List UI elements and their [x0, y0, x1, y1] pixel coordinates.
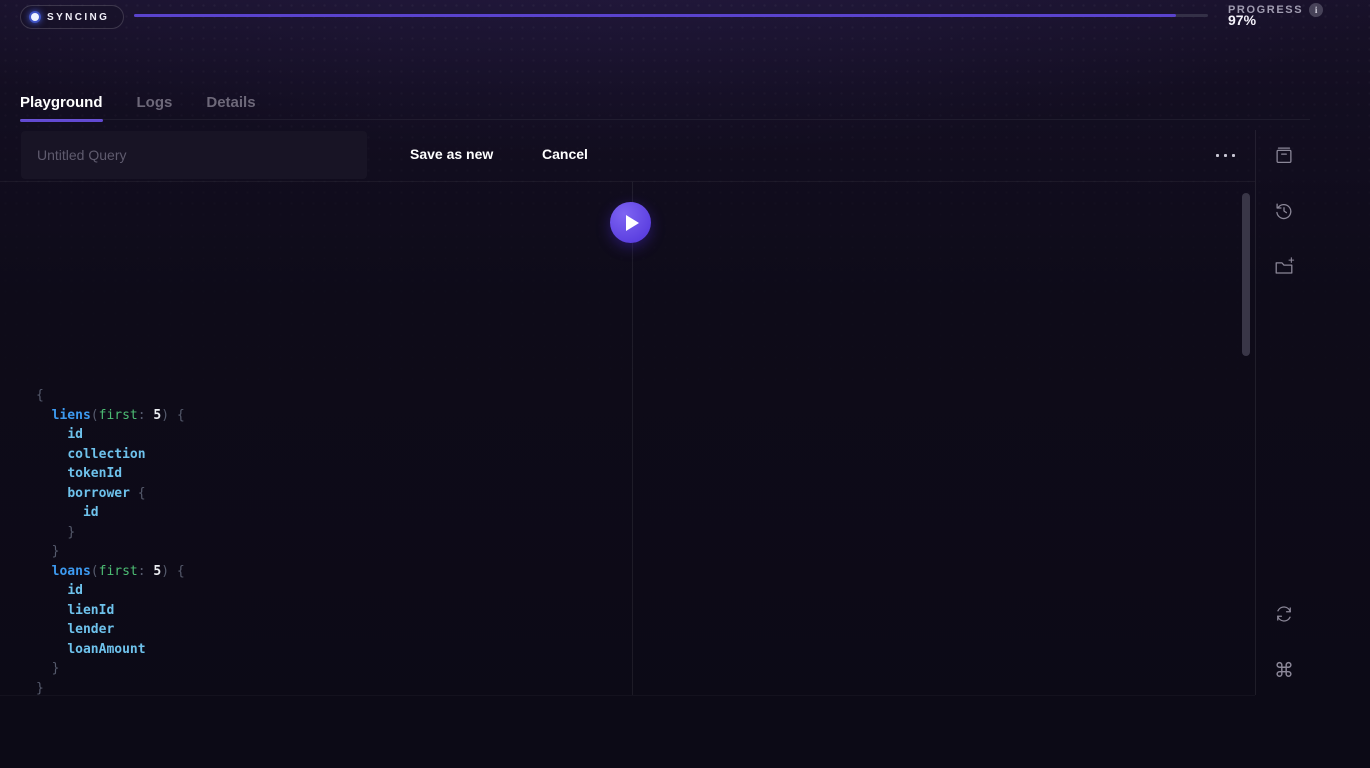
code-line: } — [36, 659, 185, 679]
new-folder-icon[interactable] — [1273, 256, 1295, 278]
tab-details[interactable]: Details — [206, 94, 255, 122]
code-line: liens(first: 5) { — [36, 406, 185, 426]
right-rail-divider — [1255, 130, 1256, 695]
code-line: tokenId — [36, 464, 185, 484]
sync-progress-fill — [134, 14, 1176, 17]
query-name-input[interactable] — [21, 131, 367, 179]
code-line: } — [36, 523, 185, 543]
code-line: lender — [36, 620, 185, 640]
code-line: { — [36, 386, 185, 406]
code-line: id — [36, 425, 185, 445]
tab-bar: Playground Logs Details — [20, 94, 256, 122]
query-code: { liens(first: 5) { id collection tokenI… — [36, 386, 185, 695]
code-line: lienId — [36, 601, 185, 621]
tab-logs[interactable]: Logs — [137, 94, 173, 122]
syncing-label: SYNCING — [47, 12, 109, 23]
code-line: loanAmount — [36, 640, 185, 660]
tab-bar-divider — [20, 119, 1310, 120]
history-icon[interactable] — [1273, 200, 1295, 222]
sync-progress-bar — [134, 14, 1208, 17]
cancel-button[interactable]: Cancel — [542, 146, 588, 162]
refresh-icon[interactable] — [1273, 603, 1295, 625]
more-options-button[interactable] — [1212, 150, 1239, 161]
saved-queries-icon[interactable] — [1273, 144, 1295, 166]
shortcuts-icon[interactable]: ⌘ — [1273, 659, 1295, 681]
play-icon — [626, 215, 639, 231]
info-icon[interactable]: i — [1309, 3, 1323, 17]
code-line: borrower { — [36, 484, 185, 504]
ellipsis-icon — [1216, 154, 1219, 157]
response-scrollbar-thumb[interactable] — [1242, 193, 1250, 356]
ellipsis-icon — [1224, 154, 1227, 157]
code-line: id — [36, 581, 185, 601]
code-line: } — [36, 542, 185, 562]
syncing-badge: SYNCING — [20, 5, 124, 29]
ellipsis-icon — [1232, 154, 1235, 157]
save-as-new-button[interactable]: Save as new — [410, 146, 493, 162]
run-query-button[interactable] — [610, 202, 651, 243]
response-viewer: { "data": { "liens": [ { "id": "111793",… — [633, 182, 1242, 695]
syncing-status-dot — [31, 13, 39, 21]
code-line: loans(first: 5) { — [36, 562, 185, 582]
code-line: } — [36, 679, 185, 696]
panel-bottom-divider — [0, 695, 1255, 696]
progress-value: 97% — [1228, 12, 1256, 28]
code-line: id — [36, 503, 185, 523]
tab-playground[interactable]: Playground — [20, 94, 103, 122]
query-editor[interactable]: { liens(first: 5) { id collection tokenI… — [0, 182, 632, 695]
code-line: collection — [36, 445, 185, 465]
